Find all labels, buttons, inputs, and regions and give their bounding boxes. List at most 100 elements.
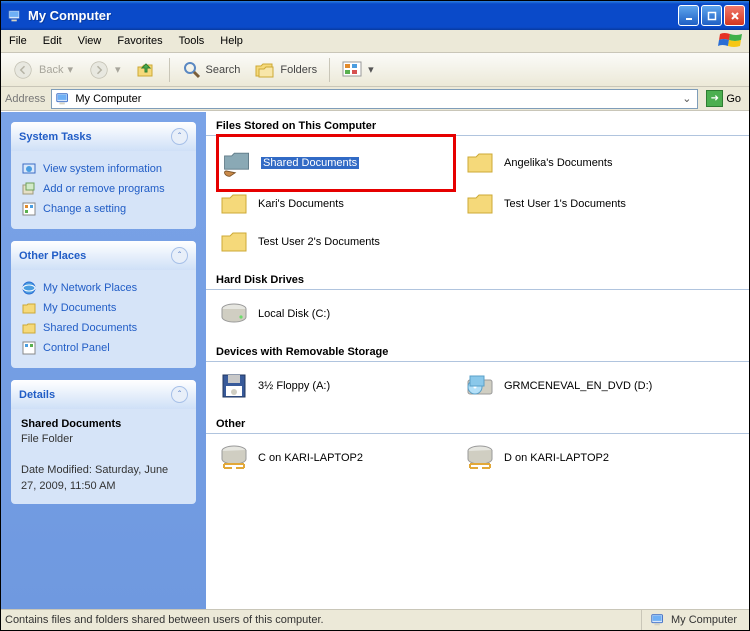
details-type: File Folder [21,433,73,445]
window-icon [6,7,24,25]
collapse-icon: ˆ [171,386,188,403]
separator [169,58,170,82]
section-other-title: Other [206,410,749,434]
menu-file[interactable]: File [1,31,35,51]
item-test-user-1-documents[interactable]: Test User 1's Documents [464,188,694,220]
forward-button[interactable]: ▾ [83,56,125,84]
link-label: Shared Documents [43,322,137,334]
search-label: Search [206,64,241,76]
my-computer-icon [650,612,666,628]
my-documents[interactable]: My Documents [21,298,186,318]
other-places-header[interactable]: Other Places ˆ [11,241,196,270]
system-tasks-panel: System Tasks ˆ View system information A… [11,122,196,229]
menu-favorites[interactable]: Favorites [109,31,170,51]
section-hdd-grid: Local Disk (C:) [206,290,749,338]
system-tasks-title: System Tasks [19,131,92,143]
search-button[interactable]: Search [178,58,245,82]
menu-view[interactable]: View [70,31,110,51]
item-d-on-kari-laptop2[interactable]: D on KARI-LAPTOP2 [464,442,694,474]
menu-edit[interactable]: Edit [35,31,70,51]
netdrive-icon [464,442,496,474]
back-label: Back [39,64,63,76]
other-places-title: Other Places [19,250,86,262]
info-icon [21,161,37,177]
item-c-on-kari-laptop2[interactable]: C on KARI-LAPTOP2 [218,442,448,474]
link-label: My Documents [43,302,116,314]
item-label: Test User 1's Documents [504,198,626,210]
status-location: My Computer [641,610,745,630]
chevron-down-icon: ▾ [67,63,73,76]
maximize-button[interactable] [701,5,722,26]
windows-flag-icon [718,31,746,51]
control-panel[interactable]: Control Panel [21,338,186,358]
my-network-places[interactable]: My Network Places [21,278,186,298]
status-text: Contains files and folders shared betwee… [5,614,324,626]
forward-icon [87,58,111,82]
shared-documents-link[interactable]: Shared Documents [21,318,186,338]
details-header[interactable]: Details ˆ [11,380,196,409]
item-test-user-2-documents[interactable]: Test User 2's Documents [218,226,448,258]
folder-icon [218,188,250,220]
item-local-disk-c[interactable]: Local Disk (C:) [218,298,448,330]
floppy-icon [218,370,250,402]
folders-label: Folders [280,64,317,76]
task-pane: System Tasks ˆ View system information A… [1,112,206,609]
menu-tools[interactable]: Tools [171,31,213,51]
back-button[interactable]: Back ▾ [7,56,77,84]
change-setting[interactable]: Change a setting [21,199,186,219]
views-button[interactable]: ▾ [338,59,378,81]
link-label: Control Panel [43,342,110,354]
section-removable-title: Devices with Removable Storage [206,338,749,362]
up-button[interactable] [131,57,161,83]
separator [329,58,330,82]
folder-icon [21,300,37,316]
go-button[interactable]: ➜ Go [702,88,745,109]
title-bar: My Computer [1,1,749,30]
shared-folder-icon [221,147,253,179]
system-tasks-body: View system information Add or remove pr… [11,151,196,229]
add-remove-programs[interactable]: Add or remove programs [21,179,186,199]
address-label: Address [5,93,47,105]
link-label: Change a setting [43,203,126,215]
link-label: Add or remove programs [43,183,165,195]
close-button[interactable] [724,5,745,26]
status-location-label: My Computer [671,614,737,626]
address-dropdown[interactable]: ⌄ [679,92,694,105]
section-files-title: Files Stored on This Computer [206,112,749,136]
window-title: My Computer [28,8,678,23]
search-icon [182,60,202,80]
folders-button[interactable]: Folders [250,58,321,82]
system-tasks-header[interactable]: System Tasks ˆ [11,122,196,151]
item-label: Kari's Documents [258,198,344,210]
details-body: Shared Documents File Folder Date Modifi… [11,409,196,504]
minimize-button[interactable] [678,5,699,26]
item-label: Test User 2's Documents [258,236,380,248]
view-system-information[interactable]: View system information [21,159,186,179]
folder-icon [21,320,37,336]
address-field[interactable]: My Computer ⌄ [51,89,698,109]
details-modified-label: Date Modified: [21,464,92,476]
item-karis-documents[interactable]: Kari's Documents [218,188,448,220]
other-places-body: My Network Places My Documents Shared Do… [11,270,196,368]
section-other-grid: C on KARI-LAPTOP2 D on KARI-LAPTOP2 [206,434,749,482]
toolbar: Back ▾ ▾ Search Folders ▾ [1,53,749,87]
title-buttons [678,5,749,26]
folder-up-icon [135,59,157,81]
section-hdd-title: Hard Disk Drives [206,266,749,290]
status-bar: Contains files and folders shared betwee… [1,609,749,630]
item-dvd-drive[interactable]: GRMCENEVAL_EN_DVD (D:) [464,370,694,402]
item-label: Local Disk (C:) [258,308,330,320]
item-label: Shared Documents [261,157,359,169]
menu-help[interactable]: Help [212,31,251,51]
item-label: Angelika's Documents [504,157,613,169]
chevron-down-icon: ▾ [368,63,374,76]
details-name: Shared Documents [21,418,121,430]
item-shared-documents[interactable]: Shared Documents [216,134,456,192]
control-panel-icon [21,340,37,356]
item-floppy-a[interactable]: 3½ Floppy (A:) [218,370,448,402]
link-label: My Network Places [43,282,137,294]
content-area[interactable]: Files Stored on This Computer Shared Doc… [206,112,749,609]
item-angelikas-documents[interactable]: Angelika's Documents [464,144,694,182]
collapse-icon: ˆ [171,128,188,145]
section-files-grid: Shared Documents Angelika's Documents Ka… [206,136,749,266]
